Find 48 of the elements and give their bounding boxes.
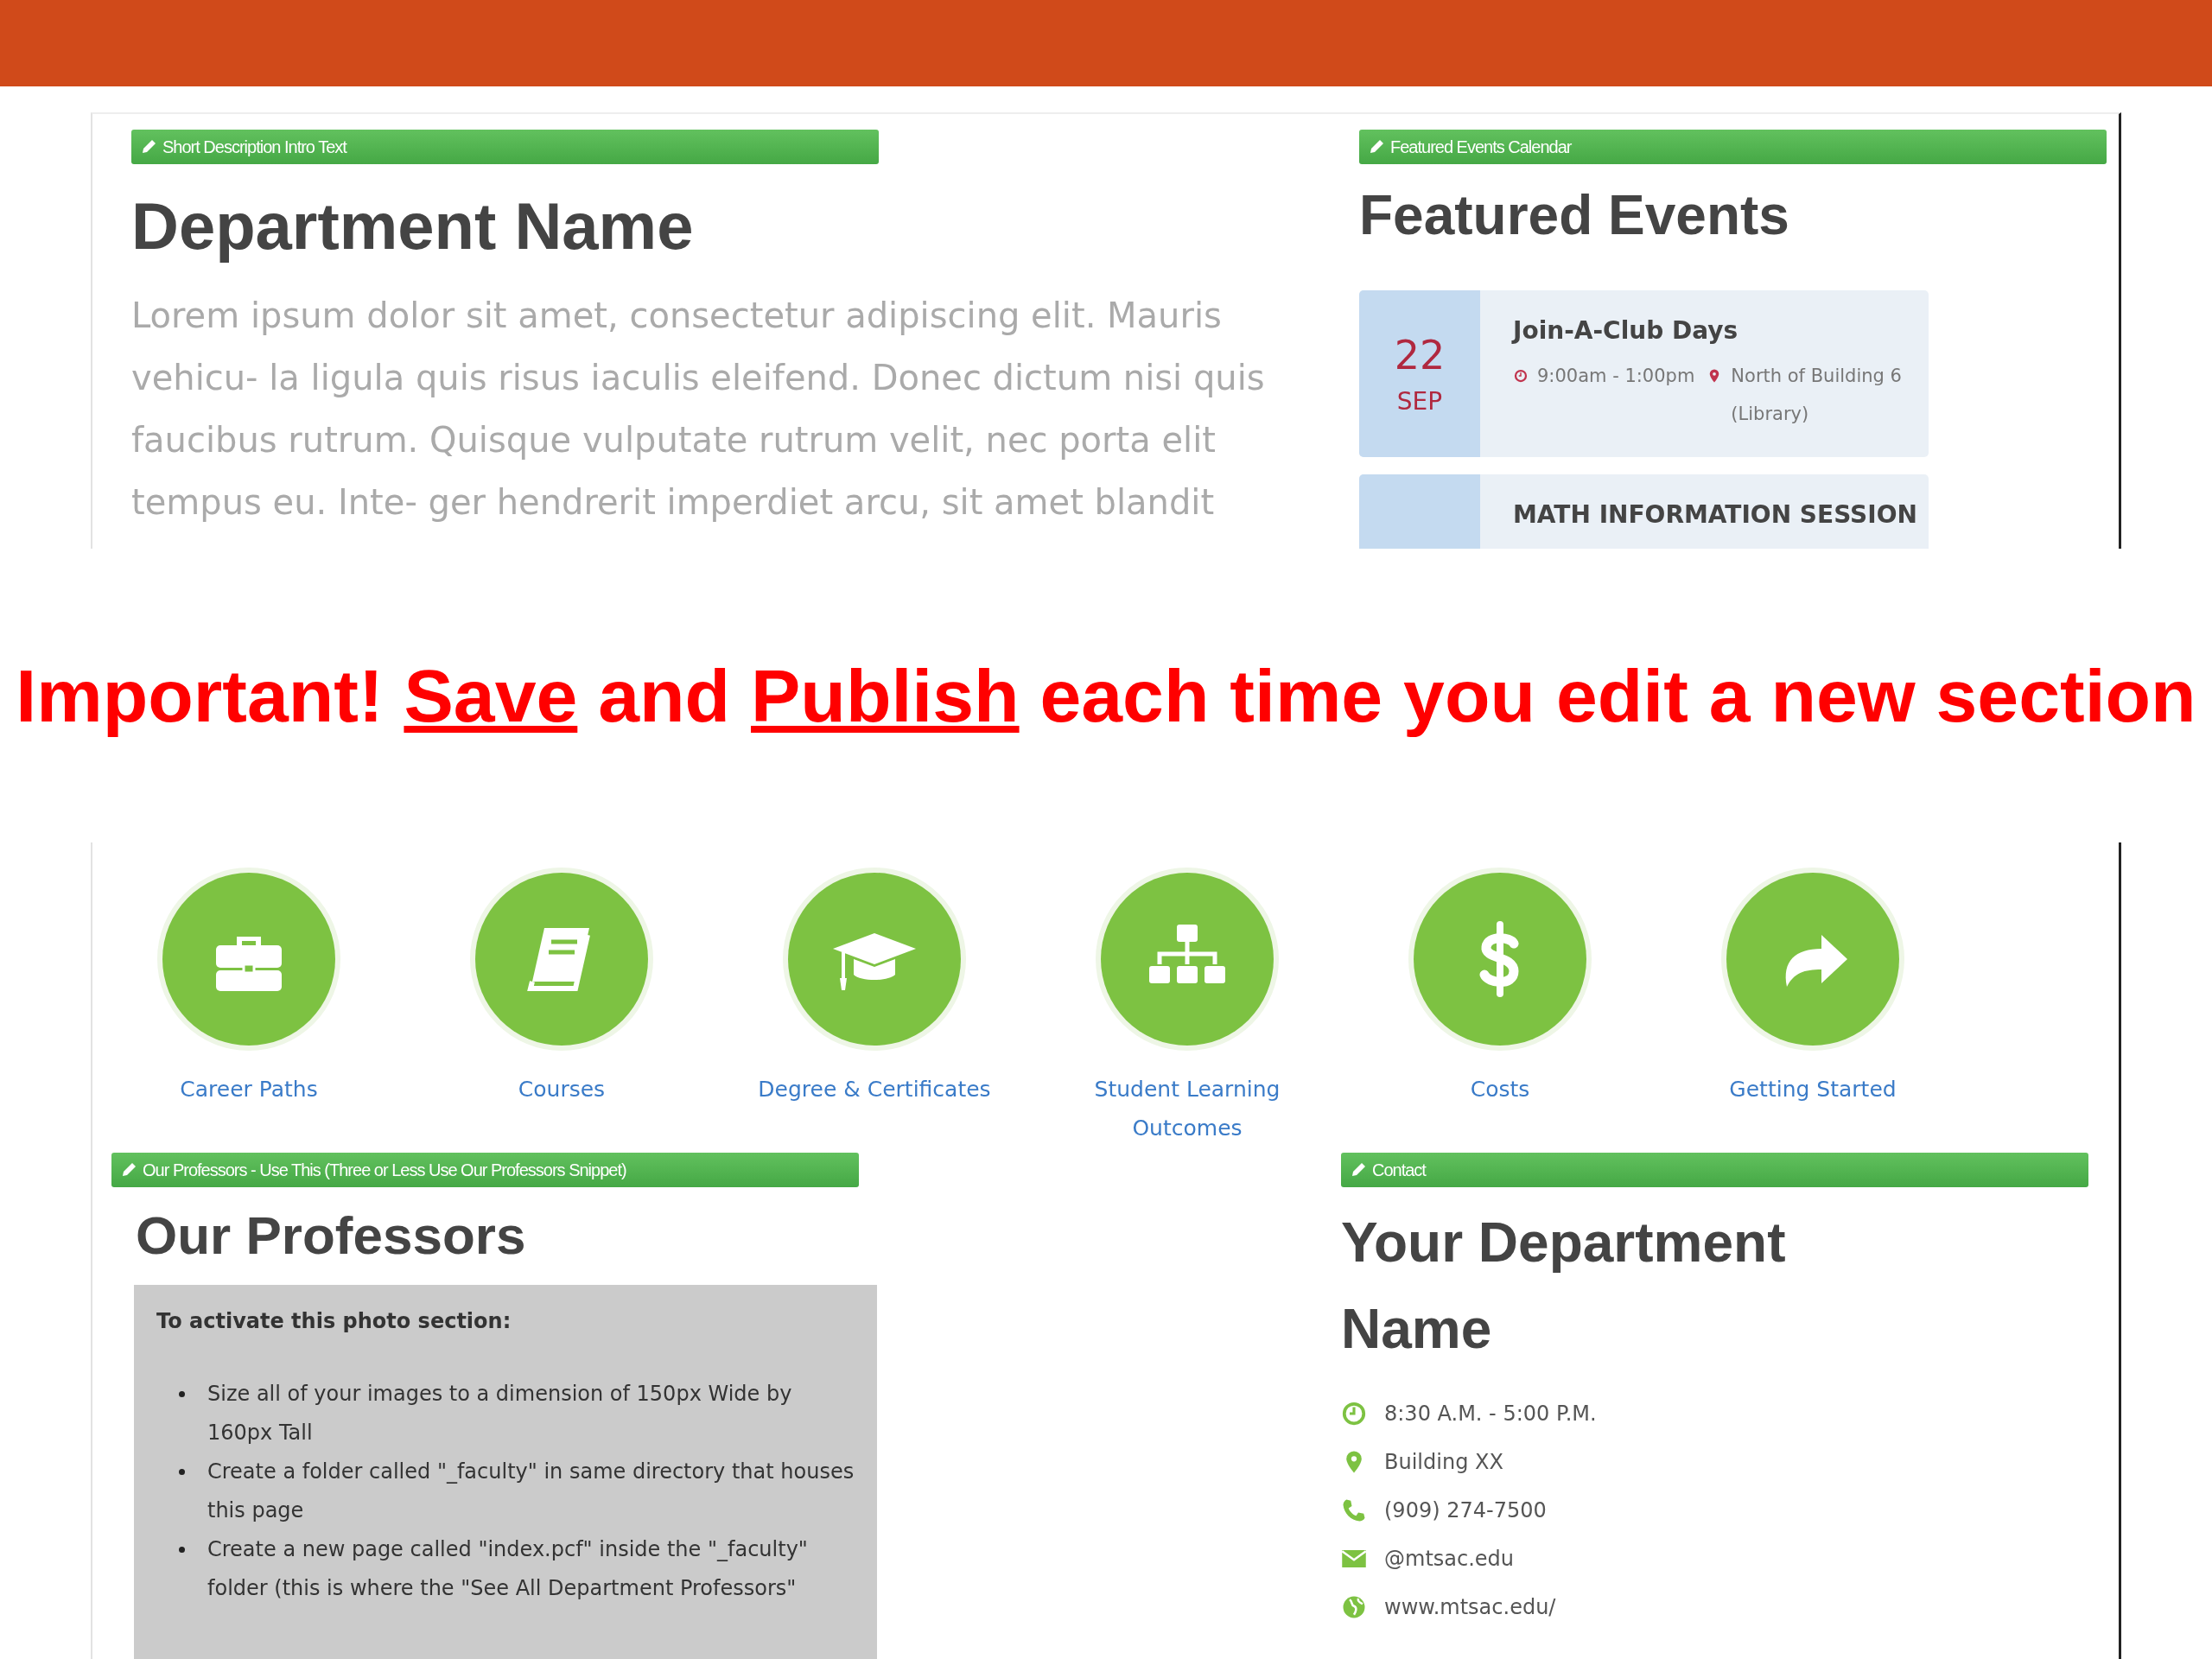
tag-label: Short Description Intro Text	[162, 137, 346, 157]
event-location: North of Building 6 (Library)	[1731, 365, 1903, 426]
event-title: Join-A-Club Days	[1513, 316, 1739, 345]
contact-text: @mtsac.edu	[1384, 1547, 1515, 1571]
professors-heading: Our Professors	[136, 1205, 527, 1266]
section-tag[interactable]: Contact	[1341, 1153, 2088, 1187]
section-tag[interactable]: Short Description Intro Text	[131, 130, 879, 164]
pencil-icon	[1350, 1161, 1367, 1179]
instruction-item: Size all of your images to a dimension of 150px Wide by 160px Tall	[207, 1381, 793, 1446]
clock-icon	[1513, 368, 1529, 384]
event-month: SEP	[1396, 387, 1443, 416]
tag-label: Our Professors - Use This (Three or Less Use Our Professors Snippet)	[143, 1160, 626, 1180]
contact-text: www.mtsac.edu/	[1384, 1595, 1556, 1619]
instructions-title: To activate this photo section:	[156, 1309, 512, 1333]
instruction-item: Create a folder called "_faculty" in same directory that houses this page	[207, 1459, 855, 1524]
link-label[interactable]: Student Learning Outcomes	[1066, 1070, 1308, 1147]
event-card[interactable]: 22 SEP Join-A-Club Days 9:00am - 1:00pm North of Building 6 (Library)	[1359, 290, 1929, 457]
pencil-icon	[1368, 138, 1385, 156]
globe-icon	[1341, 1594, 1367, 1620]
link-label[interactable]: Costs	[1379, 1070, 1621, 1109]
link-label[interactable]: Courses	[441, 1070, 683, 1109]
phone-icon	[1341, 1497, 1367, 1523]
notice-text: Important! Save and Publish each time you edit a new section	[16, 652, 2196, 739]
event-time: 9:00am - 1:00pm	[1537, 365, 1695, 388]
link-label[interactable]: Career Paths	[128, 1070, 370, 1109]
contact-text: (909) 274-7500	[1384, 1498, 1547, 1522]
pencil-icon	[140, 138, 157, 156]
tag-label: Contact	[1372, 1160, 1426, 1180]
section-tag[interactable]: Our Professors - Use This (Three or Less Use Our Professors Snippet)	[111, 1153, 859, 1187]
event-title: MATH INFORMATION SESSION	[1513, 500, 1918, 529]
clock-icon	[1341, 1401, 1367, 1427]
section-tag[interactable]: Featured Events Calendar	[1359, 130, 2107, 164]
link-label[interactable]: Getting Started	[1692, 1070, 1934, 1109]
contact-text: 8:30 A.M. - 5:00 P.M.	[1384, 1402, 1597, 1426]
tag-label: Featured Events Calendar	[1390, 137, 1572, 157]
bullet-icon	[179, 1391, 185, 1397]
department-heading: Department Name	[131, 188, 695, 264]
pencil-icon	[120, 1161, 137, 1179]
events-heading: Featured Events	[1359, 183, 1790, 247]
link-label[interactable]: Degree & Certificates	[753, 1070, 995, 1109]
instruction-item: Create a new page called "index.pcf" inside the "_faculty" folder (this is where the "See All Department Professors"	[207, 1536, 809, 1602]
contact-heading: Your Department Name	[1341, 1211, 1787, 1362]
event-day: 22	[1394, 332, 1446, 378]
event-card[interactable]: MATH INFORMATION SESSION	[1359, 474, 1929, 549]
bullet-icon	[179, 1469, 185, 1475]
bullet-icon	[179, 1547, 185, 1553]
contact-text: Building XX	[1384, 1450, 1503, 1474]
intro-paragraph: Lorem ipsum dolor sit amet, consectetur adipiscing elit. Mauris vehicu- la ligula quis risus iaculis eleifend. Donec dictum nisi quis faucibus rutrum. Quisque vulputate rutrum velit, nec porta elit tempus eu. Inte- ger hendrerit imperdiet arcu, sit amet blandit	[131, 295, 1266, 524]
